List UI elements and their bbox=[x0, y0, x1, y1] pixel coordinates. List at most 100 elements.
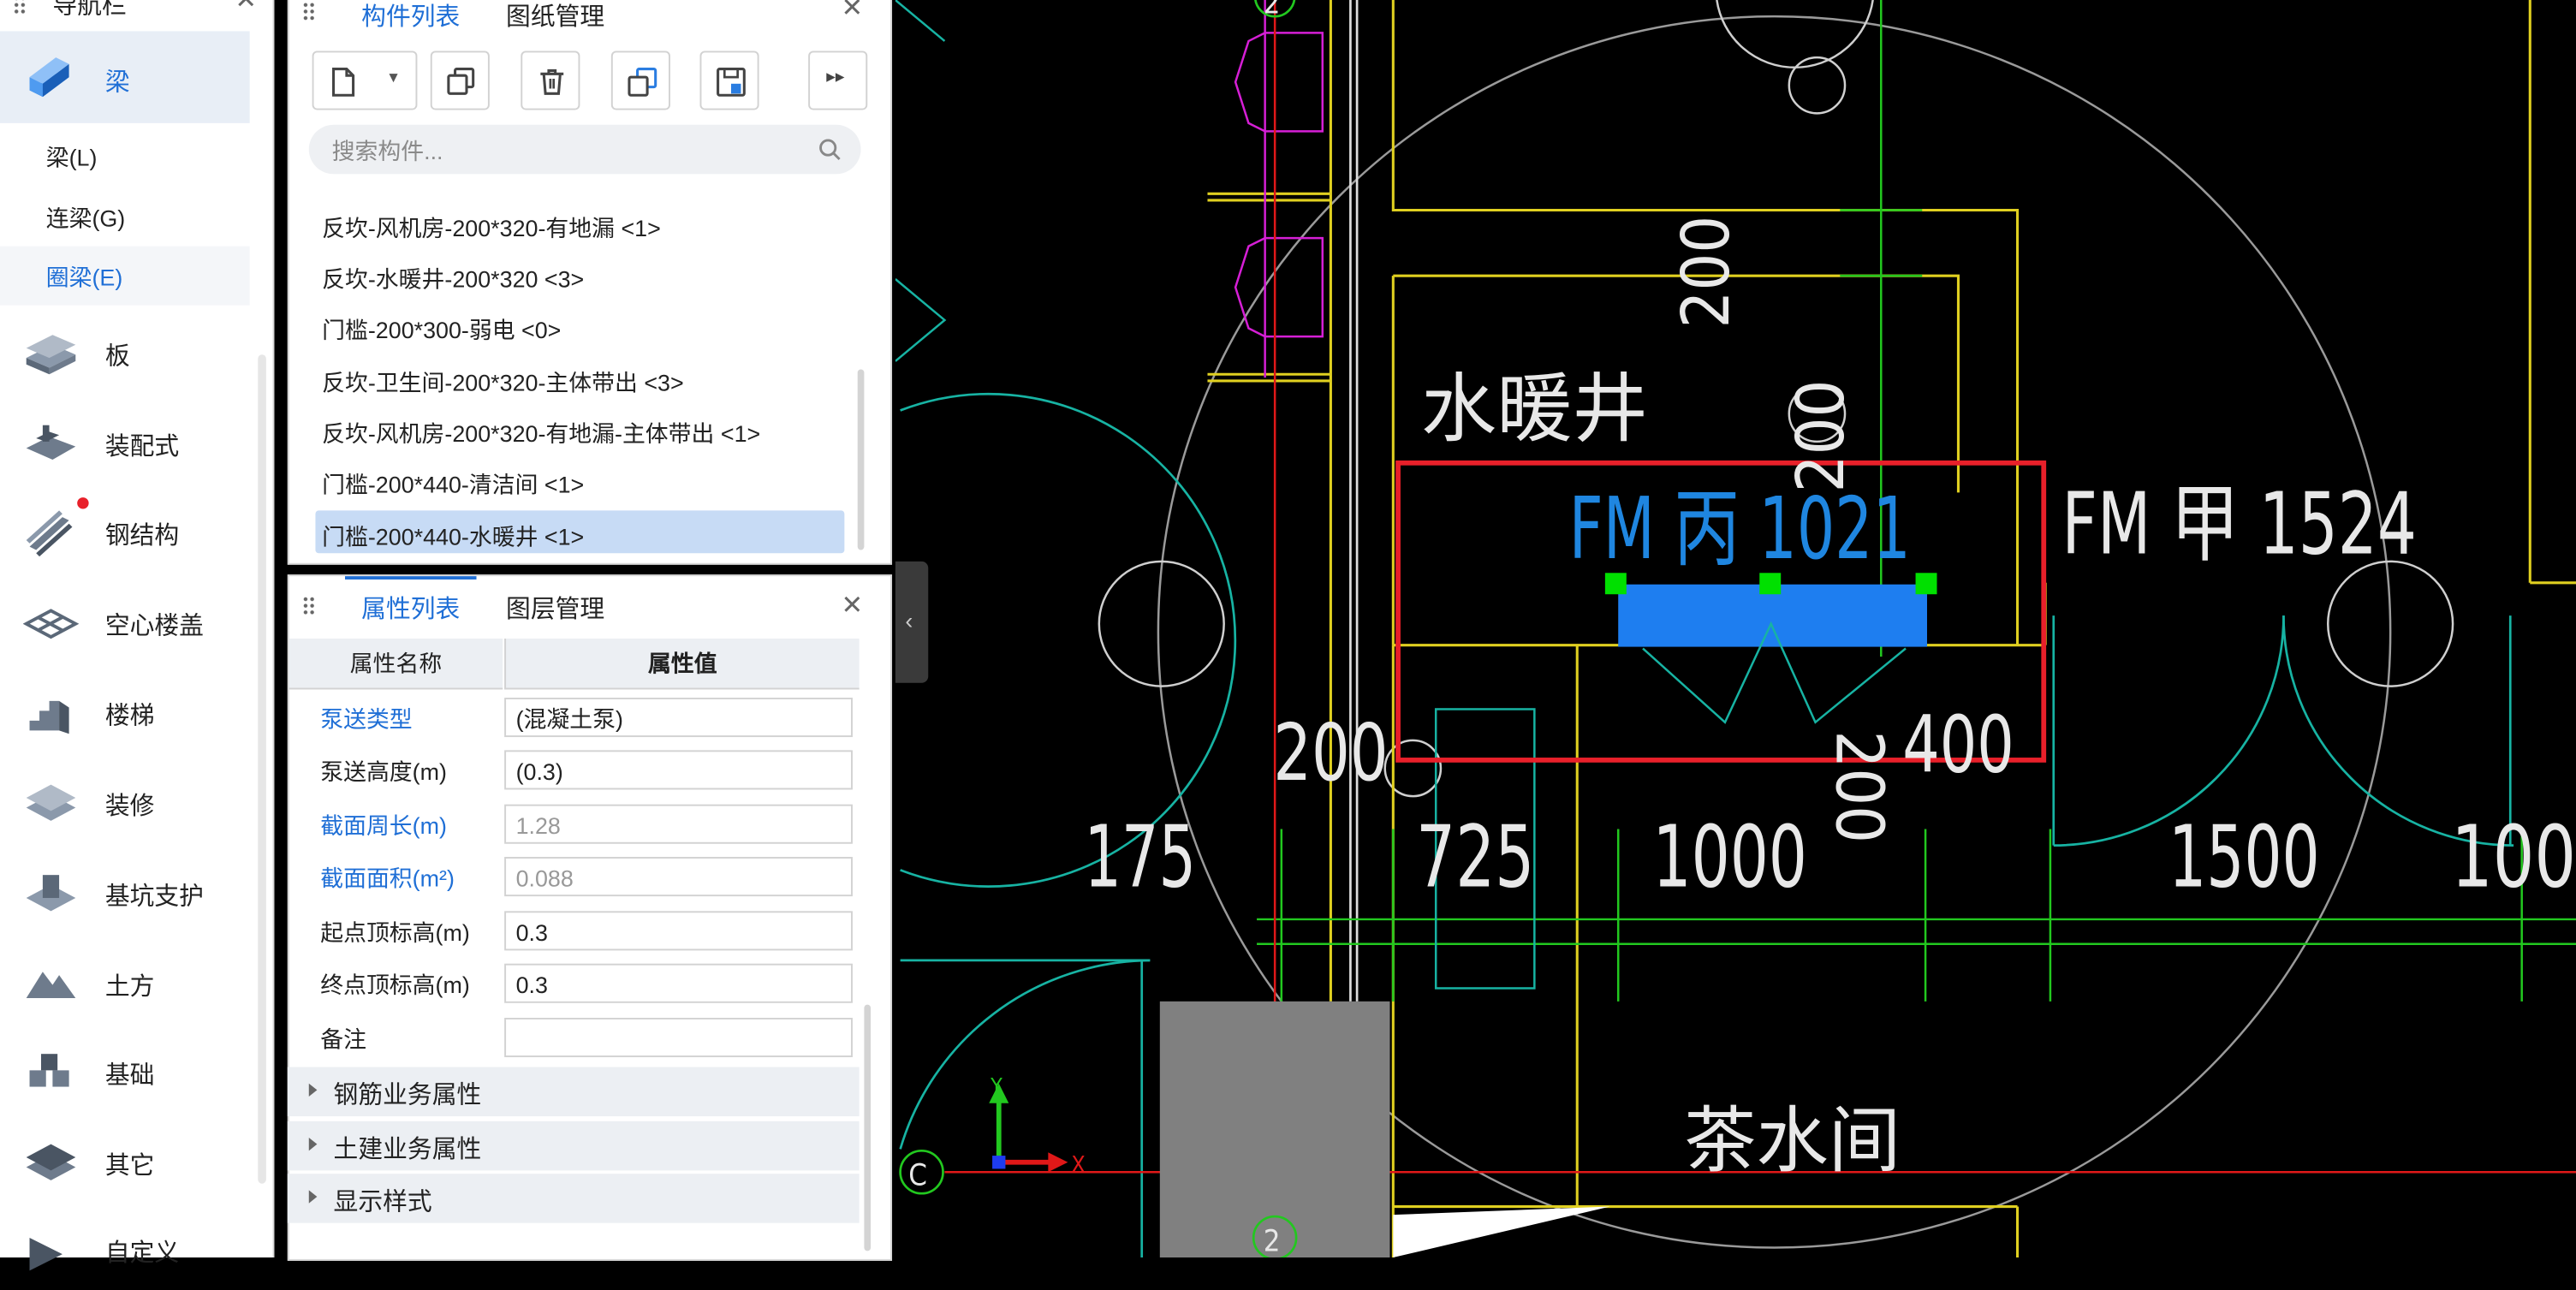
nav-item-hollow-floor-label: 空心楼盖 bbox=[104, 612, 204, 640]
tab-layer-management[interactable]: 图层管理 bbox=[506, 591, 604, 625]
hollow-floor-icon bbox=[22, 609, 80, 639]
nav-item-beam[interactable]: 梁 bbox=[0, 31, 250, 123]
nav-item-other[interactable]: 其它 bbox=[0, 1121, 250, 1204]
nav-item-foundation-label: 基础 bbox=[104, 1061, 155, 1091]
property-scrollbar[interactable] bbox=[864, 1004, 872, 1251]
nav-item-steel[interactable]: 钢结构 bbox=[0, 490, 250, 573]
door-label-selected: FM 丙 1021 bbox=[1569, 479, 1911, 579]
list-item[interactable]: 反坎-卫生间-200*320-主体带出 <3> bbox=[322, 366, 684, 399]
duplicate-button[interactable] bbox=[610, 51, 670, 110]
decoration-icon bbox=[26, 784, 76, 821]
property-value-readonly: 1.28 bbox=[504, 804, 853, 844]
door-label: FM 甲 1524 bbox=[2061, 473, 2417, 574]
custom-icon bbox=[29, 1237, 62, 1271]
property-value-input[interactable] bbox=[504, 1018, 853, 1058]
nav-item-decoration[interactable]: 装修 bbox=[0, 762, 250, 844]
axis-x-label: X bbox=[1071, 1151, 1086, 1178]
axis-y-label: Y bbox=[990, 1073, 1002, 1098]
nav-item-foundation-pit[interactable]: 基坑支护 bbox=[0, 852, 250, 934]
tab-component-list[interactable]: 构件列表 bbox=[361, 0, 460, 33]
property-value-input[interactable]: 0.3 bbox=[504, 911, 853, 951]
drag-handle-icon[interactable] bbox=[13, 0, 27, 15]
nav-item-custom-label: 自定义 bbox=[104, 1239, 180, 1268]
more-tools-button[interactable]: ▸▸ bbox=[808, 51, 868, 110]
list-scrollbar[interactable] bbox=[857, 369, 865, 550]
list-item[interactable]: 门槛-200*300-弱电 <0> bbox=[322, 313, 561, 346]
property-row: 终点顶标高(m) 0.3 bbox=[288, 959, 860, 1011]
nav-scrollbar[interactable] bbox=[258, 354, 266, 1184]
room-label-water-heating: 水暖井 bbox=[1421, 365, 1648, 453]
nav-item-foundation-pit-label: 基坑支护 bbox=[104, 883, 204, 912]
prefab-icon bbox=[26, 425, 76, 460]
drag-handle-icon[interactable] bbox=[302, 1, 316, 21]
list-item[interactable]: 反坎-风机房-200*320-有地漏 <1> bbox=[322, 211, 661, 244]
chevron-down-icon: ▼ bbox=[385, 68, 402, 86]
column-block bbox=[1159, 1001, 1390, 1257]
delete-button[interactable] bbox=[521, 51, 580, 110]
nav-item-slab-label: 板 bbox=[104, 342, 130, 372]
property-row: 截面周长(m) 1.28 bbox=[288, 800, 860, 852]
list-item-selected[interactable]: 门槛-200*440-水暖井 <1> bbox=[322, 520, 584, 553]
sub-item-highlight bbox=[0, 246, 250, 306]
search-input[interactable]: 搜索构件... bbox=[332, 134, 443, 167]
nav-item-earthwork-label: 土方 bbox=[104, 973, 155, 1002]
cad-drawing[interactable]: 水暖井 茶水间 FM 丙 1021 FM 甲 1524 200 200 200 … bbox=[895, 0, 2576, 1261]
property-value-input[interactable]: (混凝土泵) bbox=[504, 698, 853, 738]
duplicate-icon bbox=[628, 68, 657, 97]
list-item[interactable]: 门槛-200*440-清洁间 <1> bbox=[322, 468, 584, 501]
group-display-style[interactable]: 显示样式 bbox=[287, 1174, 860, 1223]
axis-bubble-label: 2 bbox=[1264, 0, 1281, 21]
nav-item-hollow-floor[interactable]: 空心楼盖 bbox=[0, 581, 250, 663]
new-component-button[interactable]: ▼ bbox=[312, 51, 418, 110]
sub-item-ring-beam[interactable]: 圈梁(E) bbox=[46, 261, 123, 294]
search-icon[interactable] bbox=[818, 138, 842, 161]
group-label: 显示样式 bbox=[333, 1188, 432, 1217]
column-header-value: 属性值 bbox=[504, 639, 860, 690]
close-icon[interactable]: ✕ bbox=[235, 0, 257, 15]
grip-point[interactable] bbox=[1915, 573, 1937, 595]
property-name: 泵送高度(m) bbox=[320, 758, 447, 785]
property-row: 泵送类型 (混凝土泵) bbox=[288, 693, 860, 745]
group-civil-properties[interactable]: 土建业务属性 bbox=[287, 1121, 860, 1171]
component-list-panel: 构件列表 图纸管理 ✕ ▼ ▸▸ 搜索构件... 反坎-风机房-200*320-… bbox=[287, 0, 893, 565]
collapse-panel-button[interactable]: ‹ bbox=[895, 561, 929, 683]
drag-handle-icon[interactable] bbox=[302, 596, 316, 616]
nav-item-slab[interactable]: 板 bbox=[0, 312, 250, 394]
close-icon[interactable]: ✕ bbox=[842, 593, 864, 621]
property-value-input[interactable]: (0.3) bbox=[504, 750, 853, 790]
column-header-name: 属性名称 bbox=[289, 639, 503, 690]
nav-item-steel-label: 钢结构 bbox=[104, 521, 180, 550]
nav-item-foundation[interactable]: 基础 bbox=[0, 1031, 250, 1113]
sub-item-coupling-beam[interactable]: 连梁(G) bbox=[46, 202, 126, 235]
tab-property-list[interactable]: 属性列表 bbox=[361, 591, 460, 625]
group-label: 钢筋业务属性 bbox=[333, 1081, 482, 1110]
close-icon[interactable]: ✕ bbox=[842, 0, 864, 23]
dimension-text: 200 bbox=[1820, 730, 1896, 843]
property-value-readonly: 0.088 bbox=[504, 857, 853, 897]
sub-item-beam-l[interactable]: 梁(L) bbox=[46, 141, 98, 174]
dimension-text: 200 bbox=[1669, 216, 1745, 329]
nav-item-earthwork[interactable]: 土方 bbox=[0, 942, 250, 1025]
group-label: 土建业务属性 bbox=[333, 1136, 482, 1164]
property-row: 泵送高度(m) (0.3) bbox=[288, 746, 860, 798]
cad-canvas[interactable]: 水暖井 茶水间 FM 丙 1021 FM 甲 1524 200 200 200 … bbox=[895, 0, 2576, 1261]
axis-bubble-label: C bbox=[908, 1159, 927, 1193]
expand-icon bbox=[308, 1083, 318, 1097]
tab-drawing-management[interactable]: 图纸管理 bbox=[506, 0, 604, 33]
nav-item-stairs[interactable]: 楼梯 bbox=[0, 671, 250, 753]
property-value-input[interactable]: 0.3 bbox=[504, 963, 853, 1003]
list-item[interactable]: 反坎-风机房-200*320-有地漏-主体带出 <1> bbox=[322, 417, 760, 449]
copy-button[interactable] bbox=[430, 51, 490, 110]
nav-item-custom[interactable]: 自定义 bbox=[0, 1208, 250, 1290]
property-row: 起点顶标高(m) 0.3 bbox=[288, 907, 860, 959]
list-item[interactable]: 反坎-水暖井-200*320 <3> bbox=[322, 263, 584, 295]
search-box[interactable]: 搜索构件... bbox=[308, 124, 861, 175]
group-rebar-properties[interactable]: 钢筋业务属性 bbox=[287, 1067, 860, 1117]
copy-icon bbox=[447, 68, 475, 95]
save-button[interactable] bbox=[699, 51, 759, 110]
property-name: 截面面积(m²) bbox=[320, 865, 455, 892]
beam-icon bbox=[29, 57, 69, 98]
dimension-text: 725 bbox=[1416, 807, 1534, 907]
dimension-text: 175 bbox=[1085, 807, 1196, 907]
nav-item-prefab[interactable]: 装配式 bbox=[0, 402, 250, 484]
